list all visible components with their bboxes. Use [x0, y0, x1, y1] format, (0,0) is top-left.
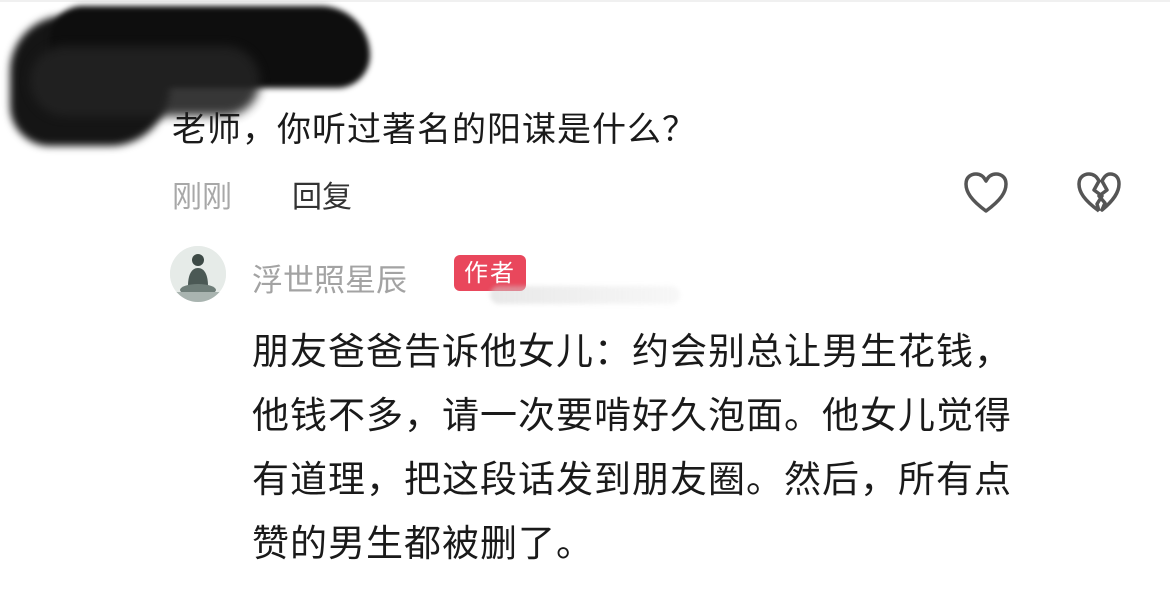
like-button[interactable]: [963, 172, 1009, 214]
comment-text: 老师，你听过著名的阳谋是什么？: [172, 110, 697, 150]
reply-line: 赞的男生都被删了。: [252, 522, 594, 565]
reply-button[interactable]: 回复: [292, 172, 352, 216]
reply-text: 朋友爸爸告诉他女儿：约会别总让男生花钱， 他钱不多，请一次要啃好久泡面。他女儿觉…: [252, 320, 1132, 576]
meditating-figure-avatar: [170, 246, 226, 302]
top-divider: [0, 0, 1170, 2]
comment-time: 刚刚: [172, 180, 232, 215]
heart-outline-icon: [964, 172, 1008, 213]
dislike-button[interactable]: [1076, 172, 1122, 214]
author-avatar[interactable]: [170, 246, 226, 302]
broken-heart-icon: [1077, 172, 1121, 213]
author-name[interactable]: 浮世照星辰: [252, 255, 407, 300]
watermark: [490, 286, 680, 304]
reply-line: 他钱不多，请一次要啃好久泡面。他女儿觉得: [252, 394, 1012, 437]
reply-line: 有道理，把这段话发到朋友圈。然后，所有点: [252, 458, 1012, 501]
reply-line: 朋友爸爸告诉他女儿：约会别总让男生花钱，: [252, 330, 1012, 373]
